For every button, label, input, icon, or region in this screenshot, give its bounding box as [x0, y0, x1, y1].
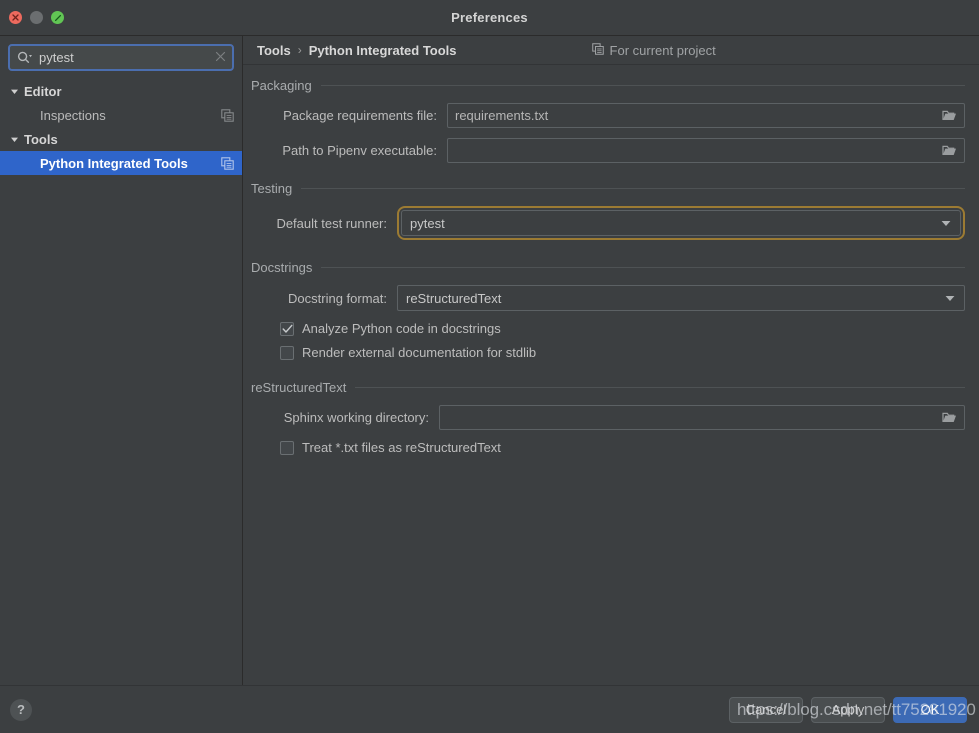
minimize-window-button[interactable]: [30, 11, 43, 24]
search-container: pytest: [0, 44, 242, 77]
search-icon: [17, 51, 33, 64]
copy-icon: [221, 108, 234, 122]
section-testing: Testing Default test runner: pytest: [251, 181, 965, 240]
checkbox-treat-txt-as-rst[interactable]: Treat *.txt files as reStructuredText: [251, 440, 965, 455]
checkbox-analyze-python-code[interactable]: Analyze Python code in docstrings: [251, 321, 965, 336]
sidebar-item-label: Tools: [24, 131, 58, 147]
help-button[interactable]: ?: [10, 698, 32, 721]
sphinx-working-directory-input[interactable]: [439, 405, 965, 430]
section-title: reStructuredText: [251, 380, 347, 395]
divider: [320, 85, 965, 86]
section-title: Packaging: [251, 78, 312, 93]
field-docstring-format: Docstring format: reStructuredText: [251, 285, 965, 311]
checkbox-box[interactable]: [280, 440, 294, 455]
focus-ring: pytest: [397, 206, 965, 240]
field-default-test-runner: Default test runner: pytest: [251, 206, 965, 240]
project-scope-indicator: For current project: [591, 42, 716, 58]
breadcrumb-current: Python Integrated Tools: [308, 42, 457, 58]
field-label: Path to Pipenv executable:: [282, 143, 437, 158]
checkbox-label: Treat *.txt files as reStructuredText: [302, 440, 501, 455]
breadcrumb-parent[interactable]: Tools: [257, 43, 291, 58]
section-header: Docstrings: [251, 260, 965, 275]
package-requirements-input[interactable]: requirements.txt: [447, 103, 965, 128]
chevron-down-icon[interactable]: [937, 220, 955, 227]
section-header: Testing: [251, 181, 965, 196]
window-title: Preferences: [451, 10, 528, 25]
field-pipenv-path: Path to Pipenv executable:: [251, 138, 965, 163]
folder-icon[interactable]: [936, 104, 962, 127]
folder-icon[interactable]: [936, 139, 962, 162]
field-package-requirements: Package requirements file: requirements.…: [251, 103, 965, 128]
sidebar-item-label: Editor: [24, 83, 62, 99]
section-docstrings: Docstrings Docstring format: reStructure…: [251, 260, 965, 360]
checkbox-label: Render external documentation for stdlib: [302, 345, 537, 360]
chevron-down-icon: [10, 87, 24, 96]
window-body: pytest Editor Inspections Tools Python I…: [0, 36, 979, 685]
select-value: reStructuredText: [406, 290, 502, 306]
chevron-down-icon: [10, 135, 24, 144]
window-controls: [0, 0, 64, 35]
chevron-down-icon[interactable]: [941, 295, 959, 302]
section-restructuredtext: reStructuredText Sphinx working director…: [251, 380, 965, 455]
checkbox-label: Analyze Python code in docstrings: [302, 321, 501, 336]
section-title: Testing: [251, 181, 293, 196]
checkbox-box[interactable]: [280, 345, 294, 360]
field-label: Sphinx working directory:: [283, 410, 429, 425]
default-test-runner-select[interactable]: pytest: [401, 210, 961, 236]
select-value: pytest: [410, 215, 445, 231]
copy-icon: [221, 156, 234, 170]
divider: [321, 267, 965, 268]
ok-button[interactable]: OK: [893, 696, 967, 723]
section-header: Packaging: [251, 78, 965, 93]
settings-panel: Packaging Package requirements file: req…: [243, 65, 979, 685]
close-window-button[interactable]: [9, 11, 22, 24]
checkbox-box[interactable]: [280, 321, 294, 336]
project-scope-label: For current project: [609, 42, 716, 58]
sidebar-item-label: Inspections: [40, 107, 106, 123]
breadcrumb: Tools › Python Integrated Tools For curr…: [243, 36, 979, 65]
zoom-window-button[interactable]: [51, 11, 64, 24]
field-label: Default test runner:: [276, 215, 387, 231]
settings-tree: Editor Inspections Tools Python Integrat…: [0, 77, 242, 685]
section-title: Docstrings: [251, 260, 313, 275]
section-header: reStructuredText: [251, 380, 965, 395]
section-packaging: Packaging Package requirements file: req…: [251, 78, 965, 163]
pipenv-path-input[interactable]: [447, 138, 965, 163]
breadcrumb-separator: ›: [297, 43, 302, 57]
dialog-footer: ? Cancel Apply OK: [0, 685, 979, 733]
folder-icon[interactable]: [936, 406, 962, 429]
title-bar: Preferences: [0, 0, 979, 36]
input-value: requirements.txt: [455, 108, 549, 123]
divider: [301, 188, 965, 189]
field-label: Package requirements file:: [283, 108, 437, 123]
checkbox-render-external-docs[interactable]: Render external documentation for stdlib: [251, 345, 965, 360]
sidebar-item-inspections[interactable]: Inspections: [0, 103, 242, 127]
divider: [355, 387, 965, 388]
close-icon[interactable]: [215, 49, 226, 67]
sidebar-item-editor[interactable]: Editor: [0, 79, 242, 103]
sidebar-item-tools[interactable]: Tools: [0, 127, 242, 151]
copy-icon: [591, 42, 604, 58]
search-input[interactable]: pytest: [39, 50, 209, 65]
field-label: Docstring format:: [288, 290, 387, 306]
search-box[interactable]: pytest: [8, 44, 234, 71]
settings-content: Tools › Python Integrated Tools For curr…: [243, 36, 979, 685]
preferences-window: Preferences pytest Editor Inspections To…: [0, 0, 979, 733]
cancel-button[interactable]: Cancel: [729, 696, 803, 723]
sidebar-item-python-integrated-tools[interactable]: Python Integrated Tools: [0, 151, 242, 175]
field-sphinx-working-directory: Sphinx working directory:: [251, 405, 965, 430]
settings-sidebar: pytest Editor Inspections Tools Python I…: [0, 36, 243, 685]
sidebar-item-label: Python Integrated Tools: [40, 155, 188, 171]
apply-button[interactable]: Apply: [811, 696, 885, 723]
docstring-format-select[interactable]: reStructuredText: [397, 285, 965, 311]
